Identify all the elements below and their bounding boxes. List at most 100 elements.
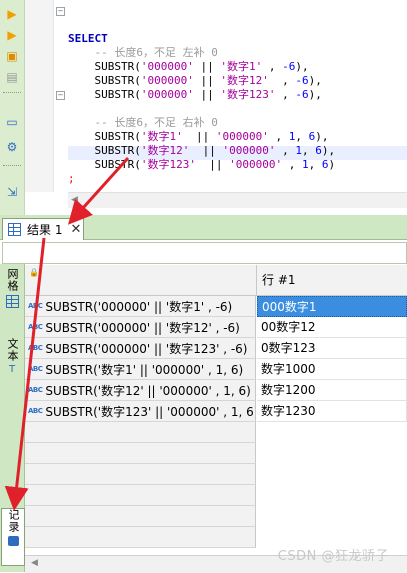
code-token: '000000': [229, 158, 283, 171]
row-header[interactable]: ABC SUBSTR('数字123' || '000000' , 1, 6): [25, 401, 256, 422]
code-token: ||: [193, 60, 221, 73]
editor-toolbar: ▶ ▶ ▣ ▤ ▭ ⚙ ⇲: [0, 0, 25, 215]
row-header: [25, 527, 256, 548]
run-step-icon[interactable]: ▶: [4, 27, 20, 43]
code-token: '数字12': [220, 74, 269, 87]
table-cell[interactable]: 0数字123: [257, 338, 407, 359]
table-row[interactable]: ABC SUBSTR('000000' || '数字12' , -6) 00数字12: [25, 317, 407, 338]
code-line: ;: [68, 172, 407, 186]
fold-toggle-icon[interactable]: −: [56, 7, 65, 16]
code-token: ;: [68, 172, 75, 185]
save-script-icon[interactable]: ▣: [4, 48, 20, 64]
code-token: SUBSTR(: [68, 130, 141, 143]
table-cell[interactable]: 数字1200: [257, 380, 407, 401]
table-row[interactable]: ABC SUBSTR('数字1' || '000000' , 1, 6) 数字100…: [25, 359, 407, 380]
code-token: ||: [193, 74, 221, 87]
history-icon[interactable]: ▤: [4, 69, 20, 85]
code-line: -- 长度6，不足 右补 0: [68, 116, 407, 130]
table-row-empty: [25, 464, 407, 485]
code-token: ),: [308, 88, 322, 101]
code-token: SUBSTR(: [68, 60, 141, 73]
table-row-empty: [25, 443, 407, 464]
close-icon[interactable]: ✕: [70, 222, 81, 237]
table-cell[interactable]: 00数字12: [257, 317, 407, 338]
export-icon[interactable]: ⇲: [4, 184, 20, 200]
code-token: '数字123': [140, 158, 196, 171]
tab-grid-view[interactable]: 网格: [1, 268, 23, 326]
tab-result-1[interactable]: 结果 1 ✕: [2, 218, 84, 240]
code-token: SELECT: [68, 32, 108, 45]
code-token: '000000': [140, 88, 194, 101]
code-token: -- 长度6，不足 右补 0: [68, 116, 218, 129]
grid-corner[interactable]: 🔒: [25, 265, 257, 295]
table-cell: [257, 422, 407, 443]
terminal-icon[interactable]: ▭: [4, 114, 20, 130]
row-header-label: SUBSTR('000000' || '数字1' , -6): [45, 299, 233, 314]
toolbar-separator: [3, 165, 21, 170]
code-token: ),: [315, 130, 329, 143]
table-row[interactable]: ABC SUBSTR('000000' || '数字1' , -6) 000数字1: [25, 296, 407, 317]
row-header: [25, 464, 256, 485]
row-header[interactable]: ABC SUBSTR('数字12' || '000000' , 1, 6): [25, 380, 256, 401]
code-line: SUBSTR('000000' || '数字1' , -6),: [68, 60, 407, 74]
code-token: ||: [182, 130, 216, 143]
fold-toggle-icon[interactable]: −: [56, 91, 65, 100]
row-header-label: SUBSTR('000000' || '数字123' , -6): [45, 341, 248, 356]
code-token: '000000': [140, 60, 194, 73]
code-token: '000000': [222, 144, 276, 157]
code-token: ),: [321, 144, 336, 157]
sql-editor[interactable]: SELECT -- 长度6，不足 左补 0 SUBSTR('000000' ||…: [68, 4, 407, 190]
scroll-left-icon[interactable]: ◀: [71, 195, 78, 205]
table-cell[interactable]: 数字1000: [257, 359, 407, 380]
gear-icon[interactable]: ⚙: [4, 139, 20, 155]
row-header[interactable]: ABC SUBSTR('000000' || '数字1' , -6): [25, 296, 256, 317]
code-token: ||: [195, 158, 230, 171]
row-header: [25, 485, 256, 506]
result-grid: 🔒 行 #1 ABC SUBSTR('000000' || '数字1' , -6)…: [25, 265, 407, 572]
table-row[interactable]: ABC SUBSTR('数字123' || '000000' , 1, 6) 数字1…: [25, 401, 407, 422]
code-token: 1: [301, 158, 309, 171]
code-token: '数字1': [140, 130, 183, 143]
table-cell[interactable]: 数字1230: [257, 401, 407, 422]
code-token: -- 长度6，不足 左补 0: [68, 46, 218, 59]
text-type-icon: ABC: [28, 344, 43, 352]
watermark: CSDN @狂龙骄子: [277, 549, 389, 564]
code-line: SUBSTR('000000' || '数字12' , -6),: [68, 74, 407, 88]
tab-record-view[interactable]: 记录: [1, 508, 25, 566]
result-filter-input[interactable]: [2, 242, 407, 264]
tab-record-label: 记录: [7, 509, 20, 533]
code-token: ,: [268, 130, 289, 143]
code-token: ||: [193, 88, 221, 101]
table-row[interactable]: ABC SUBSTR('数字12' || '000000' , 1, 6) 数字12…: [25, 380, 407, 401]
code-line: SUBSTR('数字123' || '000000' , 1, 6): [68, 158, 407, 172]
scroll-left-icon[interactable]: ◀: [31, 558, 38, 568]
row-header[interactable]: ABC SUBSTR('000000' || '数字12' , -6): [25, 317, 256, 338]
table-cell: [257, 485, 407, 506]
tab-text-label: 文本: [6, 338, 19, 362]
code-token: -6: [295, 74, 309, 87]
row-header: [25, 422, 256, 443]
editor-horizontal-scrollbar[interactable]: ◀: [68, 192, 407, 208]
table-row[interactable]: ABC SUBSTR('000000' || '数字123' , -6) 0数字12…: [25, 338, 407, 359]
row-header[interactable]: ABC SUBSTR('数字1' || '000000' , 1, 6): [25, 359, 256, 380]
toolbar-separator: [3, 92, 21, 97]
row-header[interactable]: ABC SUBSTR('000000' || '数字123' , -6): [25, 338, 256, 359]
code-token: SUBSTR(: [68, 144, 141, 157]
tab-text-view[interactable]: 文本 T: [1, 338, 23, 388]
code-token: SUBSTR(: [68, 74, 141, 87]
table-row-empty: [25, 422, 407, 443]
code-token: SUBSTR(: [68, 88, 141, 101]
row-header: [25, 443, 256, 464]
table-row-empty: [25, 485, 407, 506]
code-token: ),: [308, 74, 322, 87]
table-cell[interactable]: 000数字1: [257, 296, 407, 317]
code-token: ,: [308, 158, 322, 171]
code-token: ,: [262, 60, 283, 73]
code-token: -6: [282, 60, 296, 73]
grid-icon: [8, 223, 21, 236]
run-icon[interactable]: ▶: [4, 6, 20, 22]
code-token: ),: [295, 60, 309, 73]
code-line: SUBSTR('数字12' || '000000' , 1, 6),: [68, 144, 407, 158]
column-header-row-1[interactable]: 行 #1: [257, 265, 407, 295]
code-token: '000000': [140, 74, 194, 87]
